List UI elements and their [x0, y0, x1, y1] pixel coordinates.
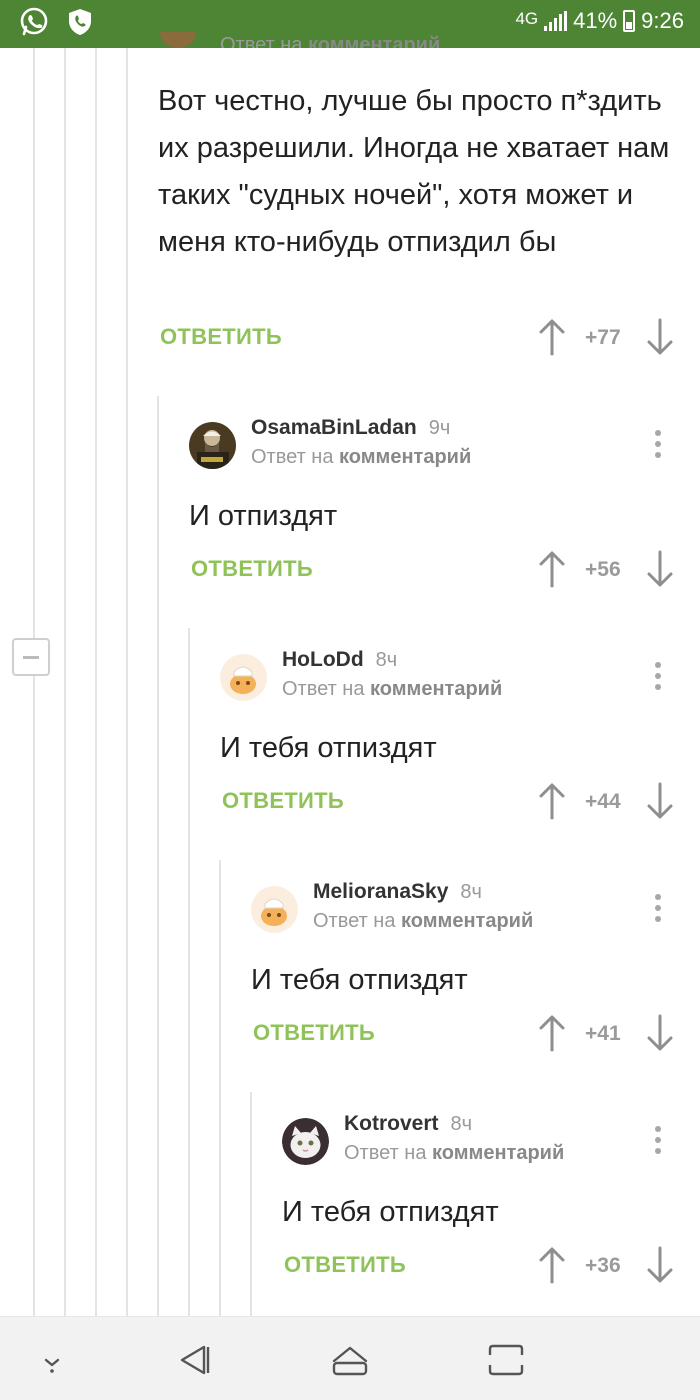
thread-line [219, 860, 221, 1316]
author-name[interactable]: HoLoDd [282, 648, 364, 671]
reply-button[interactable]: ОТВЕТИТЬ [284, 1252, 406, 1278]
network-type: 4G [515, 9, 539, 28]
comment-body: И тебя отпиздят [282, 1196, 499, 1228]
thread-line [157, 396, 159, 1316]
upvote-icon[interactable] [537, 1014, 567, 1052]
reply-link[interactable]: комментарий [401, 910, 533, 932]
avatar [160, 32, 196, 48]
downvote-icon[interactable] [645, 318, 675, 356]
author-name[interactable]: Kotrovert [344, 1112, 439, 1135]
comment-body: И тебя отпиздят [220, 732, 437, 764]
battery-icon [623, 10, 636, 32]
author-name[interactable]: OsamaBinLadan [251, 416, 417, 439]
upvote-icon[interactable] [537, 550, 567, 588]
thread-line [126, 48, 128, 1316]
upvote-icon[interactable] [537, 1246, 567, 1284]
comment-time: 8ч [375, 649, 398, 671]
comment-header-cut: Ответ на комментарий [160, 32, 560, 48]
more-options-icon[interactable] [654, 894, 662, 924]
reply-button[interactable]: ОТВЕТИТЬ [160, 324, 282, 350]
comment-body: И отпиздят [189, 500, 338, 532]
battery-percent: 41% [573, 8, 618, 33]
comment-actions: ОТВЕТИТЬ +41 [253, 1014, 675, 1054]
downvote-icon[interactable] [645, 1246, 675, 1284]
keyboard-hide-icon[interactable] [32, 1343, 72, 1377]
reply-link[interactable]: комментарий [308, 34, 440, 48]
more-options-icon[interactable] [654, 662, 662, 692]
reply-button[interactable]: ОТВЕТИТЬ [253, 1020, 375, 1046]
reply-button[interactable]: ОТВЕТИТЬ [222, 788, 344, 814]
comment-actions: ОТВЕТИТЬ +44 [222, 782, 675, 822]
comment-actions: ОТВЕТИТЬ +36 [284, 1246, 675, 1286]
reply-link[interactable]: комментарий [432, 1142, 564, 1164]
avatar[interactable] [282, 1118, 329, 1165]
signal-icon [544, 11, 568, 31]
thread-line [64, 48, 66, 1316]
reply-prefix: Ответ на [313, 910, 402, 932]
reply-prefix: Ответ на [282, 678, 371, 700]
collapse-thread-button[interactable] [12, 638, 50, 676]
score: +44 [585, 790, 621, 813]
downvote-icon[interactable] [645, 550, 675, 588]
comment-time: 9ч [428, 417, 451, 439]
avatar[interactable] [189, 422, 236, 469]
comment-body: И тебя отпиздят [251, 964, 468, 996]
comment-time: 8ч [460, 881, 482, 903]
reply-prefix: Ответ на [251, 446, 340, 468]
comment-actions: ОТВЕТИТЬ +77 [160, 318, 675, 358]
comment-actions: ОТВЕТИТЬ +56 [191, 550, 675, 590]
upvote-icon[interactable] [537, 318, 567, 356]
downvote-icon[interactable] [645, 1014, 675, 1052]
score: +41 [585, 1022, 621, 1045]
thread-line [188, 628, 190, 1316]
thread-line [95, 48, 97, 1316]
reply-link[interactable]: комментарий [370, 678, 502, 700]
score: +56 [585, 558, 621, 581]
system-nav-bar [0, 1316, 700, 1400]
comment-time: 8ч [450, 1113, 473, 1135]
home-icon[interactable] [330, 1343, 370, 1377]
reply-button[interactable]: ОТВЕТИТЬ [191, 556, 313, 582]
score: +36 [585, 1254, 621, 1277]
back-icon[interactable] [174, 1343, 214, 1377]
avatar[interactable] [220, 654, 267, 701]
upvote-icon[interactable] [537, 782, 567, 820]
downvote-icon[interactable] [645, 782, 675, 820]
author-name[interactable]: MelioranaSky [313, 880, 448, 903]
reply-prefix: Ответ на [220, 34, 309, 48]
reply-prefix: Ответ на [344, 1142, 433, 1164]
more-options-icon[interactable] [654, 1126, 662, 1156]
reply-link[interactable]: комментарий [339, 446, 471, 468]
thread-line [33, 48, 35, 1316]
comment-body: Вот честно, лучше бы просто п*здить их р… [158, 85, 670, 258]
clock: 9:26 [641, 8, 684, 33]
thread-line [250, 1092, 252, 1316]
avatar[interactable] [251, 886, 298, 933]
score: +77 [585, 326, 621, 349]
phone-shield-icon [69, 9, 91, 35]
whatsapp-icon [20, 7, 48, 36]
recents-icon[interactable] [486, 1343, 526, 1377]
more-options-icon[interactable] [654, 430, 662, 460]
